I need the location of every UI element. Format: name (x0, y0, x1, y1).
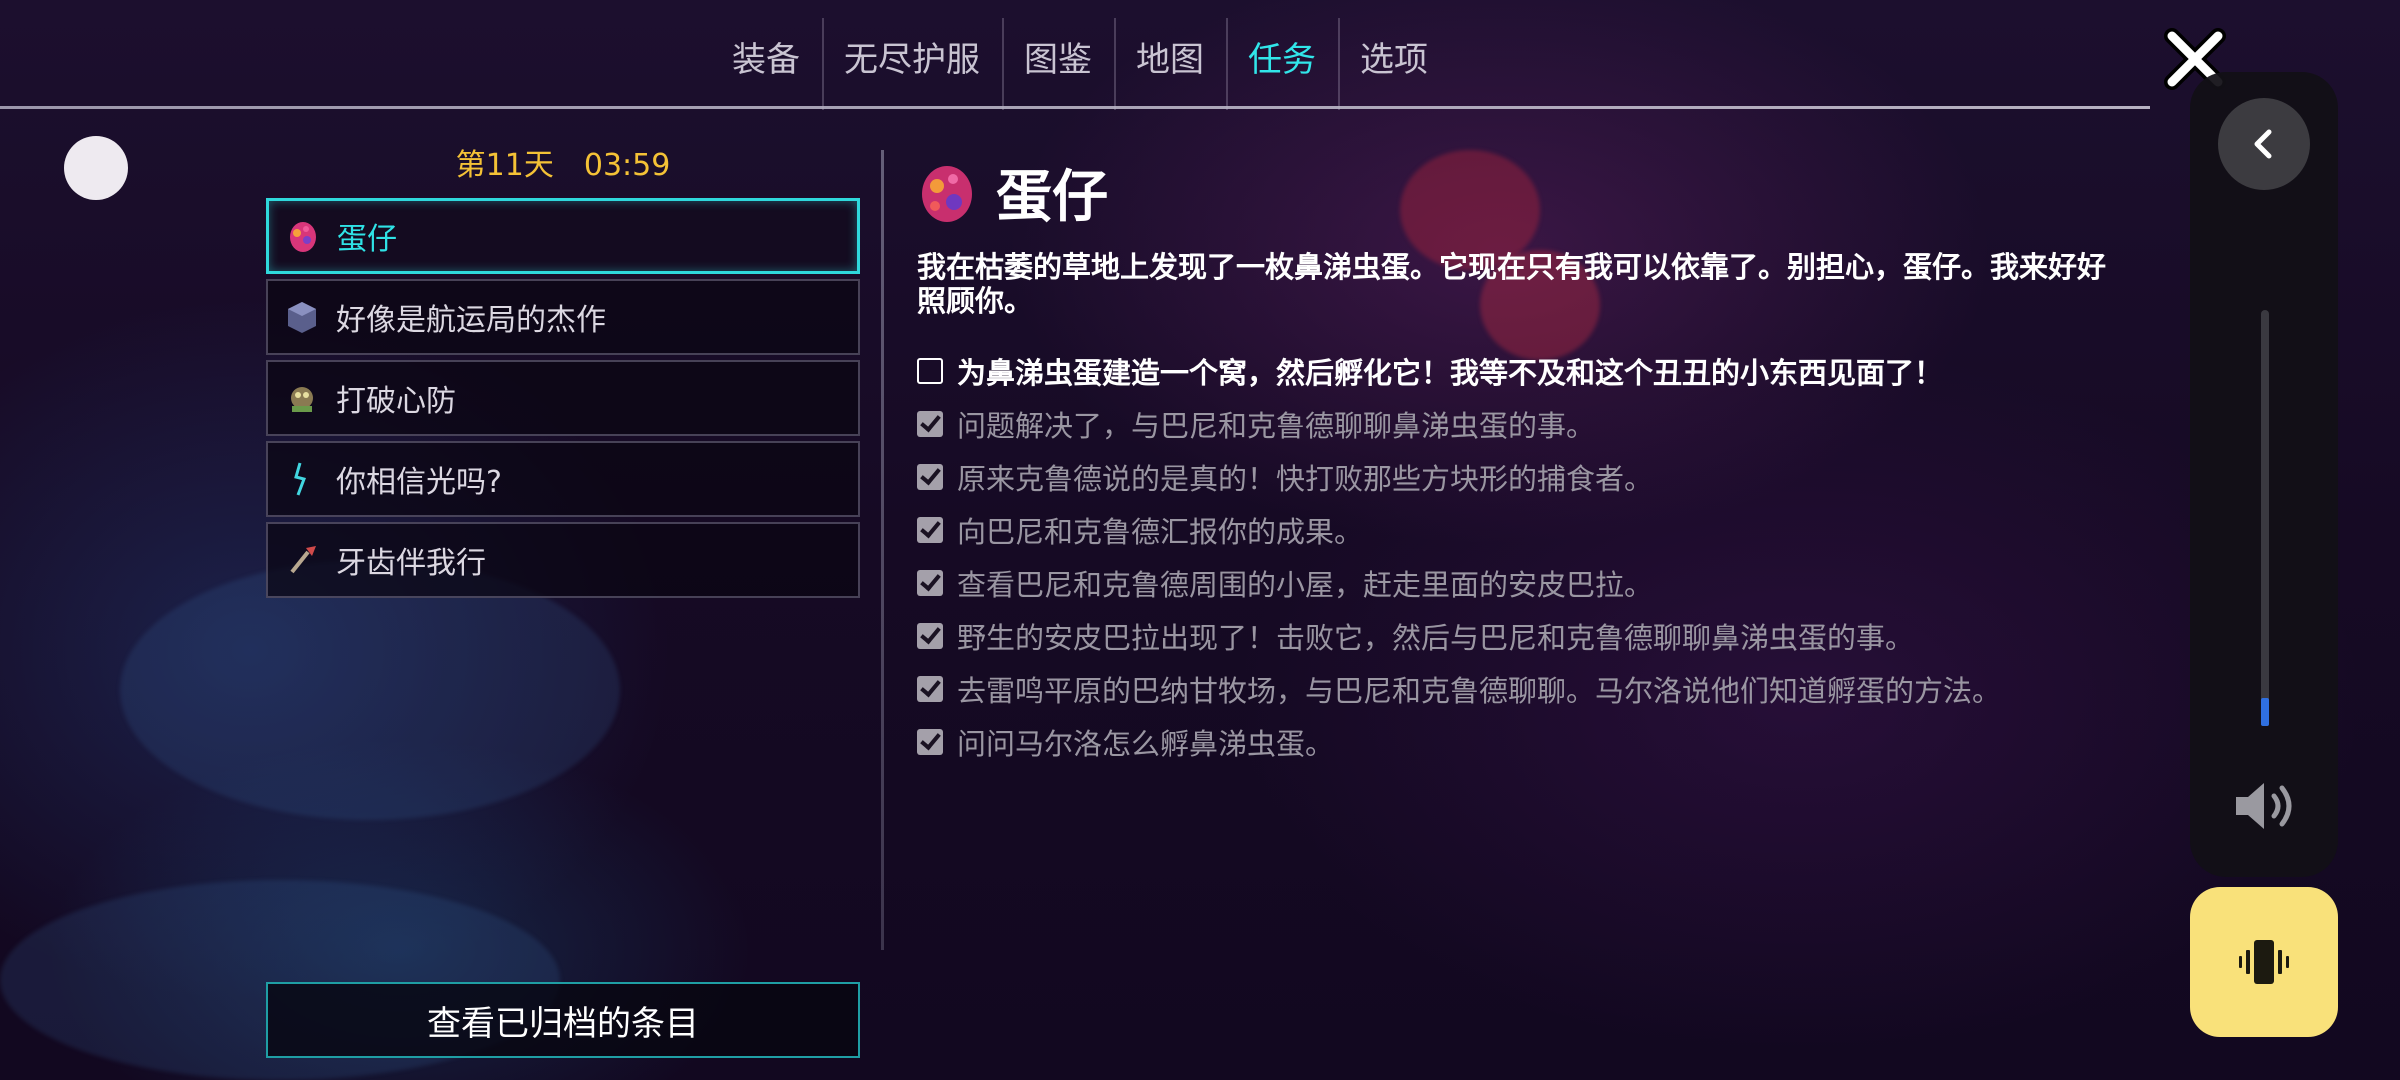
tool-icon (290, 546, 316, 574)
nav-divider (0, 106, 2150, 109)
quest-item-break-defense[interactable]: 打破心防 (266, 360, 860, 436)
objective-text: 原来克鲁德说的是真的！快打败那些方块形的捕食者。 (957, 461, 1654, 496)
tab-quests[interactable]: 任务 (1226, 18, 1338, 110)
objective-text: 问问马尔洛怎么孵鼻涕虫蛋。 (957, 726, 1335, 761)
quest-title-text: 蛋仔 (996, 165, 1108, 230)
quest-list: 蛋仔 好像是航运局的杰作 打破心防 你相信光吗? 牙齿伴我行 (266, 198, 860, 603)
objective-text: 去雷鸣平原的巴纳甘牧场，与巴尼和克鲁德聊聊。马尔洛说他们知道孵蛋的方法。 (957, 673, 2002, 708)
checkbox-checked-icon (917, 410, 943, 437)
lightning-icon (294, 462, 306, 496)
tab-equipment[interactable]: 装备 (710, 30, 822, 90)
panel-divider (881, 150, 884, 950)
volume-slider-fill (2261, 698, 2269, 726)
day-timer: 第11天 03:59 (268, 140, 858, 184)
checkbox-unchecked-icon (917, 357, 943, 384)
checkbox-checked-icon (917, 675, 943, 702)
egg-icon (290, 222, 316, 252)
quest-item-shipping[interactable]: 好像是航运局的杰作 (266, 279, 860, 355)
volume-slider[interactable] (2261, 310, 2269, 726)
checkbox-checked-icon (917, 569, 943, 596)
volume-icon[interactable] (2232, 778, 2298, 834)
top-nav-tabs: 装备 无尽护服 图鉴 地图 任务 选项 (0, 18, 2160, 110)
objective-item: 野生的安皮巴拉出现了！击败它，然后与巴尼和克鲁德聊聊鼻涕虫蛋的事。 (917, 609, 2167, 662)
objective-list: 为鼻涕虫蛋建造一个窝，然后孵化它！我等不及和这个丑丑的小东西见面了！ 问题解决了… (917, 344, 2167, 768)
back-chevron-icon (2254, 129, 2272, 159)
objective-item: 去雷鸣平原的巴纳甘牧场，与巴尼和克鲁德聊聊。马尔洛说他们知道孵蛋的方法。 (917, 662, 2167, 715)
objective-text: 为鼻涕虫蛋建造一个窝，然后孵化它！我等不及和这个丑丑的小东西见面了！ (957, 355, 1944, 390)
crate-icon (288, 302, 316, 333)
day-label: 第11天 (455, 148, 554, 183)
checkbox-checked-icon (917, 516, 943, 543)
objective-text: 向巴尼和克鲁德汇报你的成果。 (957, 514, 1364, 549)
objective-item: 向巴尼和克鲁德汇报你的成果。 (917, 503, 2167, 556)
objective-item: 原来克鲁德说的是真的！快打败那些方块形的捕食者。 (917, 450, 2167, 503)
objective-text: 查看巴尼和克鲁德周围的小屋，赶走里面的安皮巴拉。 (957, 567, 1654, 602)
vibrate-icon (2239, 940, 2289, 984)
tab-map[interactable]: 地图 (1114, 18, 1226, 110)
objective-item: 问题解决了，与巴尼和克鲁德聊聊鼻涕虫蛋的事。 (917, 397, 2167, 450)
tab-options[interactable]: 选项 (1338, 18, 1450, 110)
tab-endless-armor[interactable]: 无尽护服 (822, 18, 1002, 110)
checkbox-checked-icon (917, 463, 943, 490)
quest-description: 我在枯萎的草地上发现了一枚鼻涕虫蛋。它现在只有我可以依靠了。别担心，蛋仔。我来好… (917, 250, 2107, 318)
quest-label: 蛋仔 (337, 222, 397, 257)
quest-title: 蛋仔 (918, 152, 1108, 233)
quest-label: 打破心防 (336, 384, 456, 419)
time-label: 03:59 (583, 148, 671, 183)
quest-item-egg[interactable]: 蛋仔 (266, 198, 860, 274)
vibrate-toggle-button[interactable] (2190, 887, 2338, 1037)
objective-text: 野生的安皮巴拉出现了！击败它，然后与巴尼和克鲁德聊聊鼻涕虫蛋的事。 (957, 620, 1915, 655)
checkbox-checked-icon (917, 728, 943, 755)
egg-icon (922, 165, 972, 222)
quest-label: 好像是航运局的杰作 (336, 303, 606, 338)
quest-item-believe-light[interactable]: 你相信光吗? (266, 441, 860, 517)
floating-assist-button[interactable] (64, 136, 128, 200)
quest-label: 你相信光吗? (336, 465, 502, 500)
tab-catalog[interactable]: 图鉴 (1002, 18, 1114, 110)
objective-item: 问问马尔洛怎么孵鼻涕虫蛋。 (917, 715, 2167, 768)
quest-label: 牙齿伴我行 (336, 546, 486, 581)
overlay-back-button[interactable] (2218, 98, 2310, 190)
checkbox-checked-icon (917, 622, 943, 649)
objective-item: 为鼻涕虫蛋建造一个窝，然后孵化它！我等不及和这个丑丑的小东西见面了！ (917, 344, 2167, 397)
creature-icon (291, 387, 313, 412)
view-archived-button[interactable]: 查看已归档的条目 (266, 982, 860, 1058)
objective-item: 查看巴尼和克鲁德周围的小屋，赶走里面的安皮巴拉。 (917, 556, 2167, 609)
quest-item-teeth[interactable]: 牙齿伴我行 (266, 522, 860, 598)
objective-text: 问题解决了，与巴尼和克鲁德聊聊鼻涕虫蛋的事。 (957, 408, 1596, 443)
